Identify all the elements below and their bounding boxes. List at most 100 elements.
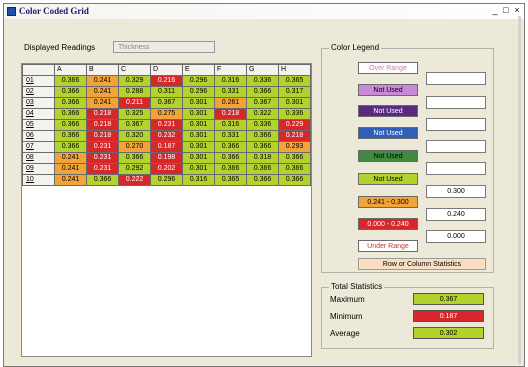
grid-cell[interactable]: 0.365	[278, 75, 311, 87]
grid-cell[interactable]: 0.367	[150, 97, 183, 109]
grid-cell[interactable]: 0.311	[150, 86, 183, 98]
grid-cell[interactable]: 0.296	[150, 174, 183, 186]
column-header-h[interactable]: H	[278, 64, 311, 76]
minimize-button[interactable]: _	[490, 5, 500, 16]
grid-cell[interactable]: 0.366	[246, 163, 279, 175]
grid-cell[interactable]: 0.301	[182, 141, 215, 153]
grid-cell[interactable]: 0.296	[182, 75, 215, 87]
legend-swatch[interactable]: Under Range	[358, 240, 418, 252]
grid-cell[interactable]: 0.366	[54, 97, 87, 109]
title-bar[interactable]: Color Coded Grid _ □ ×	[4, 4, 524, 19]
grid-cell[interactable]: 0.301	[182, 163, 215, 175]
grid-cell[interactable]: 0.366	[118, 152, 151, 164]
row-header[interactable]: 04	[22, 108, 55, 120]
grid-cell[interactable]: 0.301	[182, 97, 215, 109]
grid-cell[interactable]: 0.366	[278, 152, 311, 164]
legend-swatch[interactable]: Not Used	[358, 150, 418, 162]
grid-cell[interactable]: 0.366	[54, 141, 87, 153]
legend-threshold-input[interactable]: 0.240	[426, 208, 486, 221]
grid-cell[interactable]: 0.241	[54, 152, 87, 164]
grid-cell[interactable]: 0.216	[150, 75, 183, 87]
grid-cell[interactable]: 0.365	[214, 174, 247, 186]
grid-cell[interactable]: 0.241	[86, 97, 119, 109]
legend-threshold-input[interactable]	[426, 72, 486, 85]
grid-cell[interactable]: 0.301	[182, 108, 215, 120]
grid-cell[interactable]: 0.336	[278, 108, 311, 120]
grid-cell[interactable]: 0.336	[246, 75, 279, 87]
grid-cell[interactable]: 0.325	[118, 108, 151, 120]
row-header[interactable]: 10	[22, 174, 55, 186]
grid-cell[interactable]: 0.231	[86, 163, 119, 175]
column-header-d[interactable]: D	[150, 64, 183, 76]
grid-cell[interactable]: 0.329	[118, 75, 151, 87]
legend-swatch[interactable]: Not Used	[358, 84, 418, 96]
grid-cell[interactable]: 0.288	[118, 86, 151, 98]
legend-swatch[interactable]: Not Used	[358, 105, 418, 117]
legend-swatch[interactable]: Over Range	[358, 62, 418, 74]
grid-cell[interactable]: 0.331	[214, 130, 247, 142]
grid-cell[interactable]: 0.301	[182, 119, 215, 131]
grid-cell[interactable]: 0.316	[214, 75, 247, 87]
grid-cell[interactable]: 0.367	[246, 97, 279, 109]
grid-cell[interactable]: 0.366	[54, 86, 87, 98]
displayed-readings-field[interactable]: Thickness	[113, 41, 215, 53]
grid-cell[interactable]: 0.270	[118, 141, 151, 153]
grid-cell[interactable]: 0.366	[54, 130, 87, 142]
grid-cell[interactable]: 0.218	[86, 119, 119, 131]
grid-cell[interactable]: 0.318	[246, 152, 279, 164]
grid-cell[interactable]: 0.366	[54, 75, 87, 87]
legend-threshold-input[interactable]	[426, 96, 486, 109]
column-header-e[interactable]: E	[182, 64, 215, 76]
grid-cell[interactable]: 0.218	[86, 108, 119, 120]
grid-cell[interactable]: 0.211	[118, 97, 151, 109]
grid-cell[interactable]: 0.366	[246, 86, 279, 98]
grid-cell[interactable]: 0.229	[278, 119, 311, 131]
grid-cell[interactable]: 0.241	[54, 174, 87, 186]
column-header-c[interactable]: C	[118, 64, 151, 76]
column-header-g[interactable]: G	[246, 64, 279, 76]
grid-cell[interactable]: 0.292	[118, 163, 151, 175]
grid-cell[interactable]: 0.293	[278, 141, 311, 153]
grid-cell[interactable]: 0.202	[150, 163, 183, 175]
row-column-statistics-button[interactable]: Row or Column Statistics	[358, 258, 486, 270]
grid-cell[interactable]: 0.317	[278, 86, 311, 98]
grid-cell[interactable]: 0.331	[214, 86, 247, 98]
row-header[interactable]: 08	[22, 152, 55, 164]
grid-cell[interactable]: 0.316	[182, 174, 215, 186]
row-header[interactable]: 07	[22, 141, 55, 153]
grid-cell[interactable]: 0.261	[214, 97, 247, 109]
legend-threshold-input[interactable]	[426, 162, 486, 175]
row-header[interactable]: 02	[22, 86, 55, 98]
row-header[interactable]: 06	[22, 130, 55, 142]
row-header[interactable]: 01	[22, 75, 55, 87]
grid-cell[interactable]: 0.366	[214, 163, 247, 175]
grid-cell[interactable]: 0.366	[86, 174, 119, 186]
grid-cell[interactable]: 0.222	[118, 174, 151, 186]
row-header[interactable]: 03	[22, 97, 55, 109]
grid-cell[interactable]: 0.218	[278, 130, 311, 142]
grid-cell[interactable]: 0.366	[54, 108, 87, 120]
column-header-f[interactable]: F	[214, 64, 247, 76]
legend-swatch[interactable]: 0.241 - 0.300	[358, 196, 418, 208]
grid-cell[interactable]: 0.187	[150, 141, 183, 153]
grid-cell[interactable]: 0.241	[54, 163, 87, 175]
grid-cell[interactable]: 0.366	[278, 174, 311, 186]
legend-threshold-input[interactable]	[426, 140, 486, 153]
grid-cell[interactable]: 0.336	[246, 119, 279, 131]
grid-cell[interactable]: 0.241	[86, 86, 119, 98]
grid-cell[interactable]: 0.218	[214, 108, 247, 120]
grid-cell[interactable]: 0.301	[278, 97, 311, 109]
grid-cell[interactable]: 0.231	[150, 119, 183, 131]
grid-cell[interactable]: 0.198	[150, 152, 183, 164]
grid-cell[interactable]: 0.366	[214, 141, 247, 153]
grid-cell[interactable]: 0.275	[150, 108, 183, 120]
row-header[interactable]: 05	[22, 119, 55, 131]
grid-cell[interactable]: 0.366	[54, 119, 87, 131]
grid-cell[interactable]: 0.366	[214, 152, 247, 164]
grid-cell[interactable]: 0.366	[246, 130, 279, 142]
grid-cell[interactable]: 0.218	[86, 130, 119, 142]
grid-cell[interactable]: 0.366	[246, 174, 279, 186]
grid-cell[interactable]: 0.231	[86, 152, 119, 164]
grid-cell[interactable]: 0.296	[182, 86, 215, 98]
row-header[interactable]: 09	[22, 163, 55, 175]
